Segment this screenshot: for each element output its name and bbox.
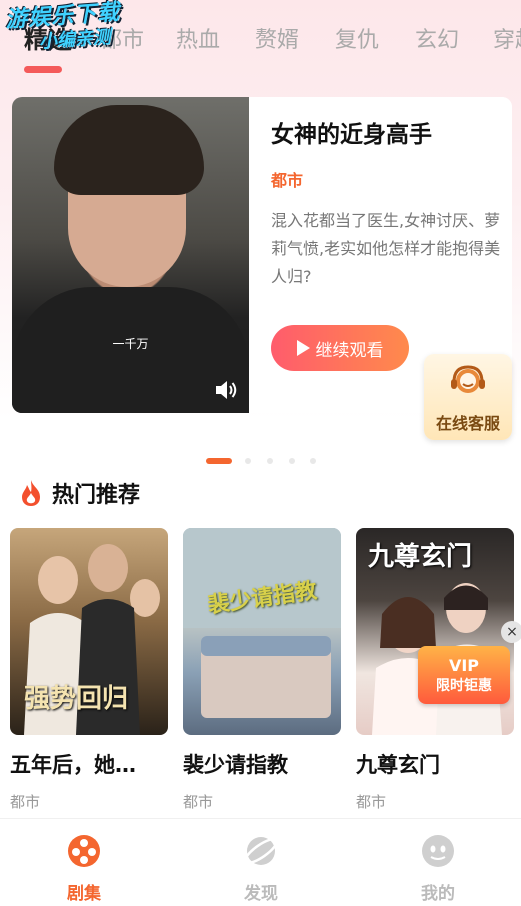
drama-card-title: 九尊玄门 <box>356 753 440 777</box>
close-offer-button[interactable]: × <box>501 621 521 643</box>
drama-cover[interactable]: 强势回归 <box>10 528 168 735</box>
drama-card[interactable]: 九尊玄门 VIP 限时钜惠 九尊玄门 都市 <box>356 528 514 812</box>
carousel-dot[interactable] <box>310 458 316 464</box>
fire-icon <box>22 480 40 506</box>
tab-fantasy[interactable]: 玄幻 <box>415 22 459 54</box>
carousel-dot[interactable] <box>267 458 273 464</box>
section-title: 热门推荐 <box>52 483 141 508</box>
limited-offer-badge[interactable]: VIP 限时钜惠 <box>418 646 510 704</box>
customer-service-label: 在线客服 <box>435 414 500 433</box>
tab-son-in-law[interactable]: 赘婿 <box>255 22 299 54</box>
carousel-dot[interactable] <box>245 458 251 464</box>
nav-label-dramas: 剧集 <box>67 884 101 904</box>
nav-label-discover: 发现 <box>244 884 278 904</box>
film-reel-icon <box>68 835 100 867</box>
drama-cover[interactable]: 九尊玄门 VIP 限时钜惠 <box>356 528 514 735</box>
watermark: 游娱乐下载 小编亲测 <box>4 0 123 54</box>
bottom-navigation: 剧集 发现 我的 <box>0 818 521 906</box>
cover-title-text: 强势回归 <box>24 684 129 714</box>
headset-icon <box>451 365 485 393</box>
nav-item-discover[interactable]: 发现 <box>216 833 306 904</box>
continue-watching-button[interactable]: 继续观看 <box>271 325 409 371</box>
drama-card-title: 裴少请指教 <box>183 753 288 777</box>
carousel-dot[interactable] <box>289 458 295 464</box>
poster-caption: 一千万 <box>112 337 149 351</box>
banner-poster[interactable]: 一千万 <box>12 97 249 413</box>
nav-item-profile[interactable]: 我的 <box>393 833 483 904</box>
limited-offer-label: 限时钜惠 <box>436 677 492 694</box>
active-tab-indicator <box>24 66 62 73</box>
profile-face-icon <box>422 835 454 867</box>
banner-genre: 都市 <box>271 171 304 190</box>
drama-card[interactable]: 裴少请指教 裴少请指教 都市 <box>183 528 341 812</box>
play-icon <box>296 340 310 356</box>
cover-illustration <box>183 528 341 718</box>
cover-title-text: 九尊玄门 <box>368 542 473 572</box>
volume-icon[interactable] <box>214 379 238 401</box>
online-customer-service-button[interactable]: 在线客服 <box>424 354 512 440</box>
poster-figure-hair <box>54 105 204 195</box>
tab-hot-blood[interactable]: 热血 <box>176 22 220 54</box>
drama-card-genre: 都市 <box>10 793 41 811</box>
drama-card-genre: 都市 <box>183 793 214 811</box>
drama-cover[interactable]: 裴少请指教 <box>183 528 341 735</box>
banner-description: 混入花都当了医生,女神讨厌、萝莉气愤,老实如他怎样才能抱得美人归? <box>271 211 501 286</box>
planet-icon <box>243 837 279 865</box>
nav-label-profile: 我的 <box>421 884 455 904</box>
vip-label: VIP <box>448 655 480 675</box>
continue-watching-label: 继续观看 <box>315 340 384 360</box>
app-screen: 精选 都市 热血 赘婿 复仇 玄幻 穿越 游娱乐下载 小编亲测 一千万 女神的近… <box>0 0 521 906</box>
hot-recommend-header: 热门推荐 <box>18 476 140 510</box>
drama-card[interactable]: 强势回归 五年后，她… 都市 <box>10 528 168 812</box>
tab-revenge[interactable]: 复仇 <box>335 22 379 54</box>
drama-card-genre: 都市 <box>356 793 387 811</box>
banner-title: 女神的近身高手 <box>271 122 432 148</box>
carousel-dot-active[interactable] <box>206 458 232 464</box>
nav-item-dramas[interactable]: 剧集 <box>39 833 129 904</box>
tab-time-travel[interactable]: 穿越 <box>493 22 521 54</box>
drama-card-title: 五年后，她… <box>10 753 136 777</box>
